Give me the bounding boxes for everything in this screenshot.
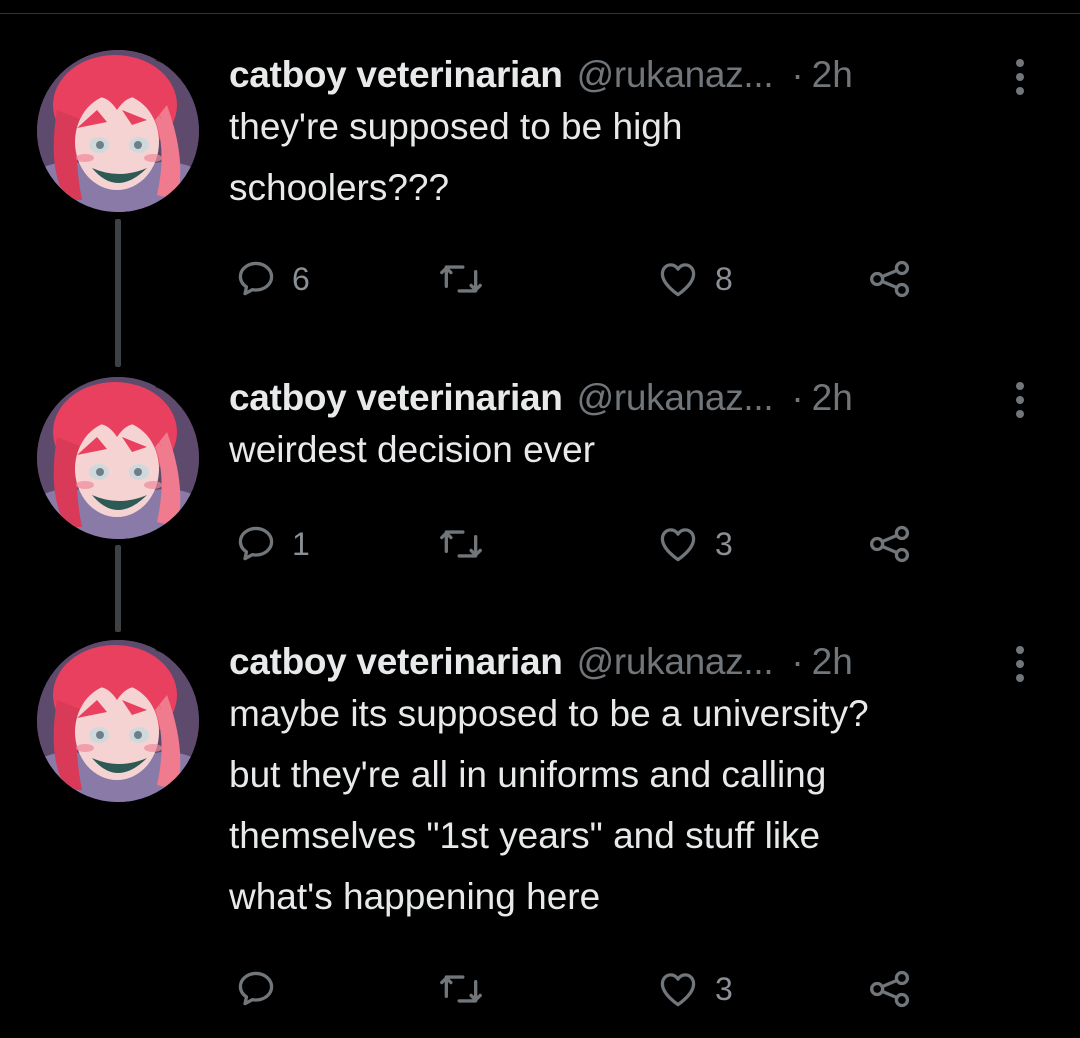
- reply-count: 1: [292, 525, 310, 562]
- like-button[interactable]: 8: [655, 254, 733, 304]
- more-options-button[interactable]: [1012, 381, 1028, 419]
- avatar[interactable]: [37, 640, 199, 802]
- like-count: 8: [715, 260, 733, 297]
- share-button[interactable]: [866, 964, 914, 1014]
- heart-outline-icon: [660, 263, 696, 297]
- share-nodes-icon: [870, 970, 910, 1008]
- timestamp[interactable]: 2h: [812, 641, 853, 683]
- retweet-arrows-icon: [440, 530, 482, 558]
- heart-outline-icon: [660, 973, 696, 1007]
- vertical-ellipsis-icon: [1016, 59, 1024, 95]
- thread-connector: [115, 219, 121, 367]
- user-handle[interactable]: @rukanaz...: [577, 641, 774, 683]
- more-options-button[interactable]: [1012, 645, 1028, 683]
- share-button[interactable]: [866, 254, 914, 304]
- like-button[interactable]: 3: [655, 964, 733, 1014]
- separator-dot: ·: [791, 54, 804, 95]
- avatar-image: [37, 377, 199, 539]
- share-nodes-icon: [870, 260, 910, 298]
- timestamp[interactable]: 2h: [812, 377, 853, 419]
- separator-dot: ·: [791, 377, 804, 418]
- avatar[interactable]: [37, 377, 199, 539]
- user-handle[interactable]: @rukanaz...: [577, 54, 774, 96]
- reply-count: 6: [292, 260, 310, 297]
- share-nodes-icon: [870, 525, 910, 563]
- speech-bubble-icon: [238, 261, 274, 296]
- tweet-actions: 3: [229, 964, 929, 1014]
- like-count: 3: [715, 525, 733, 562]
- tweet-header: catboy veterinarian @rukanaz... · 2h: [229, 373, 853, 423]
- vertical-ellipsis-icon: [1016, 646, 1024, 682]
- retweet-arrows-icon: [440, 975, 482, 1003]
- share-button[interactable]: [866, 519, 914, 569]
- heart-outline-icon: [660, 528, 696, 562]
- reply-button[interactable]: 1: [234, 519, 310, 569]
- vertical-ellipsis-icon: [1016, 382, 1024, 418]
- timestamp[interactable]: 2h: [812, 54, 853, 96]
- more-options-button[interactable]: [1012, 58, 1028, 96]
- like-count: 3: [715, 970, 733, 1007]
- tweet-header: catboy veterinarian @rukanaz... · 2h: [229, 50, 853, 100]
- retweet-button[interactable]: [437, 254, 499, 304]
- avatar[interactable]: [37, 50, 199, 212]
- display-name[interactable]: catboy veterinarian: [229, 377, 563, 419]
- tweet-actions: 6 8: [229, 254, 929, 304]
- user-handle[interactable]: @rukanaz...: [577, 377, 774, 419]
- reply-button[interactable]: [234, 964, 292, 1014]
- avatar-image: [37, 640, 199, 802]
- display-name[interactable]: catboy veterinarian: [229, 54, 563, 96]
- tweet-text: weirdest decision ever: [229, 429, 596, 470]
- thread-connector: [115, 545, 121, 632]
- tweet-header: catboy veterinarian @rukanaz... · 2h: [229, 637, 853, 687]
- display-name[interactable]: catboy veterinarian: [229, 641, 563, 683]
- speech-bubble-icon: [238, 971, 274, 1006]
- retweet-arrows-icon: [440, 265, 482, 293]
- retweet-button[interactable]: [437, 964, 499, 1014]
- speech-bubble-icon: [238, 526, 274, 561]
- avatar-image: [37, 50, 199, 212]
- separator-dot: ·: [791, 641, 804, 682]
- reply-button[interactable]: 6: [234, 254, 310, 304]
- tweet-text: maybe its supposed to be a university? b…: [229, 693, 869, 917]
- tweet-actions: 1 3: [229, 519, 929, 569]
- like-button[interactable]: 3: [655, 519, 733, 569]
- tweet-text: they're supposed to be high schoolers???: [229, 106, 683, 208]
- retweet-button[interactable]: [437, 519, 499, 569]
- top-divider: [0, 13, 1080, 14]
